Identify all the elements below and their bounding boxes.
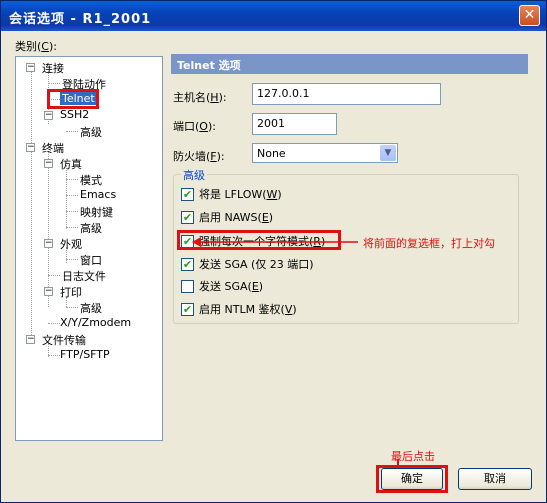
checkbox-icon[interactable]: ✔ [181, 187, 194, 201]
hostname-label: 主机名(H): [173, 91, 227, 104]
close-button[interactable]: ✕ [519, 5, 540, 26]
collapse-icon[interactable]: − [44, 111, 53, 120]
tree-item-log-file[interactable]: 日志文件 [62, 268, 106, 284]
collapse-icon[interactable]: − [44, 159, 53, 168]
session-options-dialog: 会话选项 - R1_2001 ✕ 类别(C): − 连接 登陆动作 Telnet… [0, 0, 547, 503]
firewall-select[interactable]: None ▼ [252, 143, 398, 163]
checkbox-lflow[interactable]: ✔ 将是 LFLOW(W) [181, 186, 282, 202]
panel-header: Telnet 选项 [171, 54, 528, 74]
tree-item-terminal[interactable]: 终端 [42, 140, 64, 156]
tree-item-emacs[interactable]: Emacs [80, 188, 116, 201]
tree-item-mapped-keys[interactable]: 映射键 [80, 204, 113, 220]
advanced-group-label: 高级 [181, 167, 207, 183]
arrow-left-icon [192, 237, 358, 247]
checkbox-icon[interactable]: ✔ [181, 210, 194, 224]
tree-item-ssh2[interactable]: SSH2 [60, 108, 89, 121]
checkbox-sga[interactable]: 发送 SGA(E) [181, 278, 263, 294]
tree-item-modes[interactable]: 模式 [80, 172, 102, 188]
firewall-label: 防火墙(F): [173, 150, 225, 163]
collapse-icon[interactable]: − [44, 239, 53, 248]
hostname-field[interactable]: 127.0.0.1 [252, 83, 441, 105]
check-note: 将前面的复选框，打上对勾 [363, 237, 495, 250]
category-label: 类别(C): [15, 40, 57, 53]
collapse-icon[interactable]: − [26, 143, 35, 152]
ok-button[interactable]: 确定 [381, 468, 443, 490]
title-bar[interactable]: 会话选项 - R1_2001 ✕ [1, 1, 546, 31]
checkbox-icon[interactable]: ✔ [181, 302, 194, 316]
tree-item-ftp-sftp[interactable]: FTP/SFTP [60, 348, 110, 361]
tree-item-print-advanced[interactable]: 高级 [80, 300, 102, 316]
port-field[interactable]: 2001 [252, 113, 337, 135]
checkbox-naws[interactable]: ✔ 启用 NAWS(E) [181, 209, 273, 225]
telnet-highlight-box [47, 89, 99, 109]
collapse-icon[interactable]: − [44, 287, 53, 296]
collapse-icon[interactable]: − [26, 63, 35, 72]
checkbox-icon[interactable] [181, 279, 194, 293]
tree-item-emulation[interactable]: 仿真 [60, 156, 82, 172]
port-label: 端口(O): [173, 120, 216, 133]
tree-item-emulation-advanced[interactable]: 高级 [80, 220, 102, 236]
checkbox-sga-23[interactable]: ✔ 发送 SGA (仅 23 端口) [181, 256, 314, 272]
checkbox-ntlm[interactable]: ✔ 启用 NTLM 鉴权(V) [181, 301, 297, 317]
tree-item-file-transfer[interactable]: 文件传输 [42, 332, 86, 348]
tree-item-connection[interactable]: 连接 [42, 60, 64, 76]
checkbox-icon[interactable]: ✔ [181, 257, 194, 271]
chevron-down-icon[interactable]: ▼ [380, 145, 396, 161]
tree-item-appearance[interactable]: 外观 [60, 236, 82, 252]
tree-item-print[interactable]: 打印 [60, 284, 82, 300]
cancel-button[interactable]: 取消 [458, 468, 532, 490]
tree-item-ssh2-advanced[interactable]: 高级 [80, 124, 102, 140]
collapse-icon[interactable]: − [26, 335, 35, 344]
tree-item-window[interactable]: 窗口 [80, 252, 102, 268]
tree-item-xyzmodem[interactable]: X/Y/Zmodem [60, 316, 131, 329]
category-tree[interactable]: − 连接 登陆动作 Telnet − SSH2 高级 − 终端 − 仿真 模式 … [15, 56, 163, 441]
window-title: 会话选项 - R1_2001 [9, 12, 152, 27]
